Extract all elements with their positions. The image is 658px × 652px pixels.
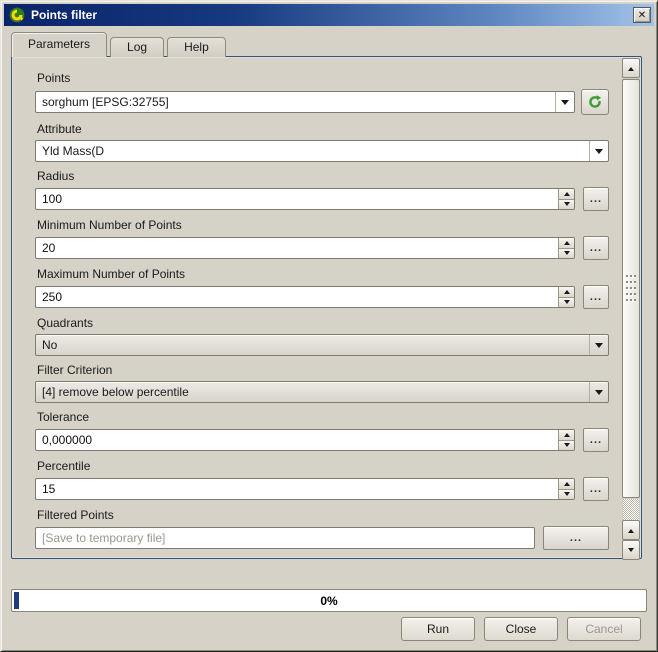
tab-bar: Parameters Log Help — [11, 32, 229, 57]
chevron-down-icon — [561, 100, 569, 109]
filtered-points-browse-button[interactable]: ... — [543, 526, 609, 550]
scrollbar-up-button[interactable] — [622, 58, 640, 78]
chevron-down-icon — [595, 149, 603, 158]
arrow-up-icon — [564, 287, 570, 294]
arrow-down-icon — [564, 443, 570, 450]
spin-up-button[interactable] — [559, 189, 574, 200]
max-points-browse-button[interactable]: ... — [583, 285, 609, 309]
filter-criterion-combobox-arrow[interactable] — [589, 382, 608, 402]
progress-text: 0% — [12, 590, 646, 611]
min-points-input[interactable] — [36, 238, 558, 258]
tab-log[interactable]: Log — [110, 37, 164, 57]
spin-down-button[interactable] — [559, 490, 574, 500]
attribute-combobox-value: Yld Mass(D — [36, 144, 589, 158]
iterate-layer-button[interactable] — [581, 89, 609, 115]
tolerance-label: Tolerance — [37, 410, 609, 424]
max-points-label: Maximum Number of Points — [37, 267, 609, 281]
points-filter-dialog: Points filter ✕ Parameters Log Help Poin… — [0, 0, 658, 652]
scrollbar-up-button-bottom[interactable] — [622, 520, 640, 540]
percentile-input[interactable] — [36, 479, 558, 499]
arrow-up-icon — [628, 64, 634, 71]
quadrants-combobox[interactable]: No — [35, 334, 609, 356]
cancel-button[interactable]: Cancel — [567, 617, 641, 641]
attribute-combobox-arrow[interactable] — [589, 141, 608, 161]
run-button[interactable]: Run — [401, 617, 475, 641]
percentile-browse-button[interactable]: ... — [583, 477, 609, 501]
spin-down-button[interactable] — [559, 200, 574, 210]
radius-spin-buttons — [558, 189, 574, 209]
arrow-up-icon — [628, 526, 634, 533]
points-combobox-value: sorghum [EPSG:32755] — [36, 95, 555, 109]
percentile-spin-buttons — [558, 479, 574, 499]
filter-criterion-combobox-value: [4] remove below percentile — [36, 385, 589, 399]
min-points-spin-buttons — [558, 238, 574, 258]
close-window-button[interactable]: ✕ — [633, 7, 651, 23]
radius-spinbox — [35, 188, 575, 210]
attribute-combobox[interactable]: Yld Mass(D — [35, 140, 609, 162]
dialog-buttons: Run Close Cancel — [401, 617, 641, 641]
quadrants-combobox-arrow[interactable] — [589, 335, 608, 355]
arrow-down-icon — [628, 548, 634, 555]
spin-down-button[interactable] — [559, 441, 574, 451]
arrow-up-icon — [564, 189, 570, 196]
arrow-down-icon — [564, 300, 570, 307]
parameters-panel: Points sorghum [EPSG:32755] Attribute Yl… — [11, 56, 642, 559]
qgis-app-icon — [9, 7, 25, 23]
points-combobox[interactable]: sorghum [EPSG:32755] — [35, 91, 575, 113]
tolerance-spinbox — [35, 429, 575, 451]
vertical-scrollbar — [622, 58, 640, 557]
min-points-spinbox — [35, 237, 575, 259]
tolerance-input[interactable] — [36, 430, 558, 450]
tolerance-browse-button[interactable]: ... — [583, 428, 609, 452]
filtered-points-input[interactable] — [35, 527, 535, 549]
tolerance-spin-buttons — [558, 430, 574, 450]
title-bar: Points filter ✕ — [4, 4, 654, 26]
filtered-points-label: Filtered Points — [37, 508, 609, 522]
filter-criterion-combobox[interactable]: [4] remove below percentile — [35, 381, 609, 403]
iterate-icon — [587, 94, 603, 110]
chevron-down-icon — [595, 390, 603, 399]
parameters-form: Points sorghum [EPSG:32755] Attribute Yl… — [13, 58, 621, 557]
points-label: Points — [37, 71, 609, 85]
max-points-spinbox — [35, 286, 575, 308]
radius-browse-button[interactable]: ... — [583, 187, 609, 211]
window-title: Points filter — [31, 8, 633, 22]
close-button[interactable]: Close — [484, 617, 558, 641]
scrollbar-thumb[interactable] — [622, 79, 640, 498]
min-points-label: Minimum Number of Points — [37, 218, 609, 232]
filter-criterion-label: Filter Criterion — [37, 363, 609, 377]
arrow-up-icon — [564, 479, 570, 486]
tab-help[interactable]: Help — [167, 37, 226, 57]
arrow-down-icon — [564, 251, 570, 258]
arrow-up-icon — [564, 430, 570, 437]
spin-up-button[interactable] — [559, 479, 574, 490]
attribute-label: Attribute — [37, 122, 609, 136]
percentile-label: Percentile — [37, 459, 609, 473]
quadrants-label: Quadrants — [37, 316, 609, 330]
arrow-down-icon — [564, 492, 570, 499]
grip-dots-icon — [626, 275, 636, 303]
radius-input[interactable] — [36, 189, 558, 209]
close-icon: ✕ — [638, 10, 646, 21]
progress-bar: 0% — [11, 589, 647, 612]
quadrants-combobox-value: No — [36, 338, 589, 352]
spin-down-button[interactable] — [559, 298, 574, 308]
spin-up-button[interactable] — [559, 238, 574, 249]
spin-up-button[interactable] — [559, 430, 574, 441]
arrow-down-icon — [564, 202, 570, 209]
scrollbar-down-button[interactable] — [622, 540, 640, 560]
tab-parameters[interactable]: Parameters — [11, 32, 107, 57]
percentile-spinbox — [35, 478, 575, 500]
scrollbar-track[interactable] — [623, 499, 639, 521]
points-combobox-arrow[interactable] — [555, 92, 574, 112]
radius-label: Radius — [37, 169, 609, 183]
min-points-browse-button[interactable]: ... — [583, 236, 609, 260]
chevron-down-icon — [595, 343, 603, 352]
spin-down-button[interactable] — [559, 249, 574, 259]
max-points-spin-buttons — [558, 287, 574, 307]
max-points-input[interactable] — [36, 287, 558, 307]
spin-up-button[interactable] — [559, 287, 574, 298]
arrow-up-icon — [564, 238, 570, 245]
